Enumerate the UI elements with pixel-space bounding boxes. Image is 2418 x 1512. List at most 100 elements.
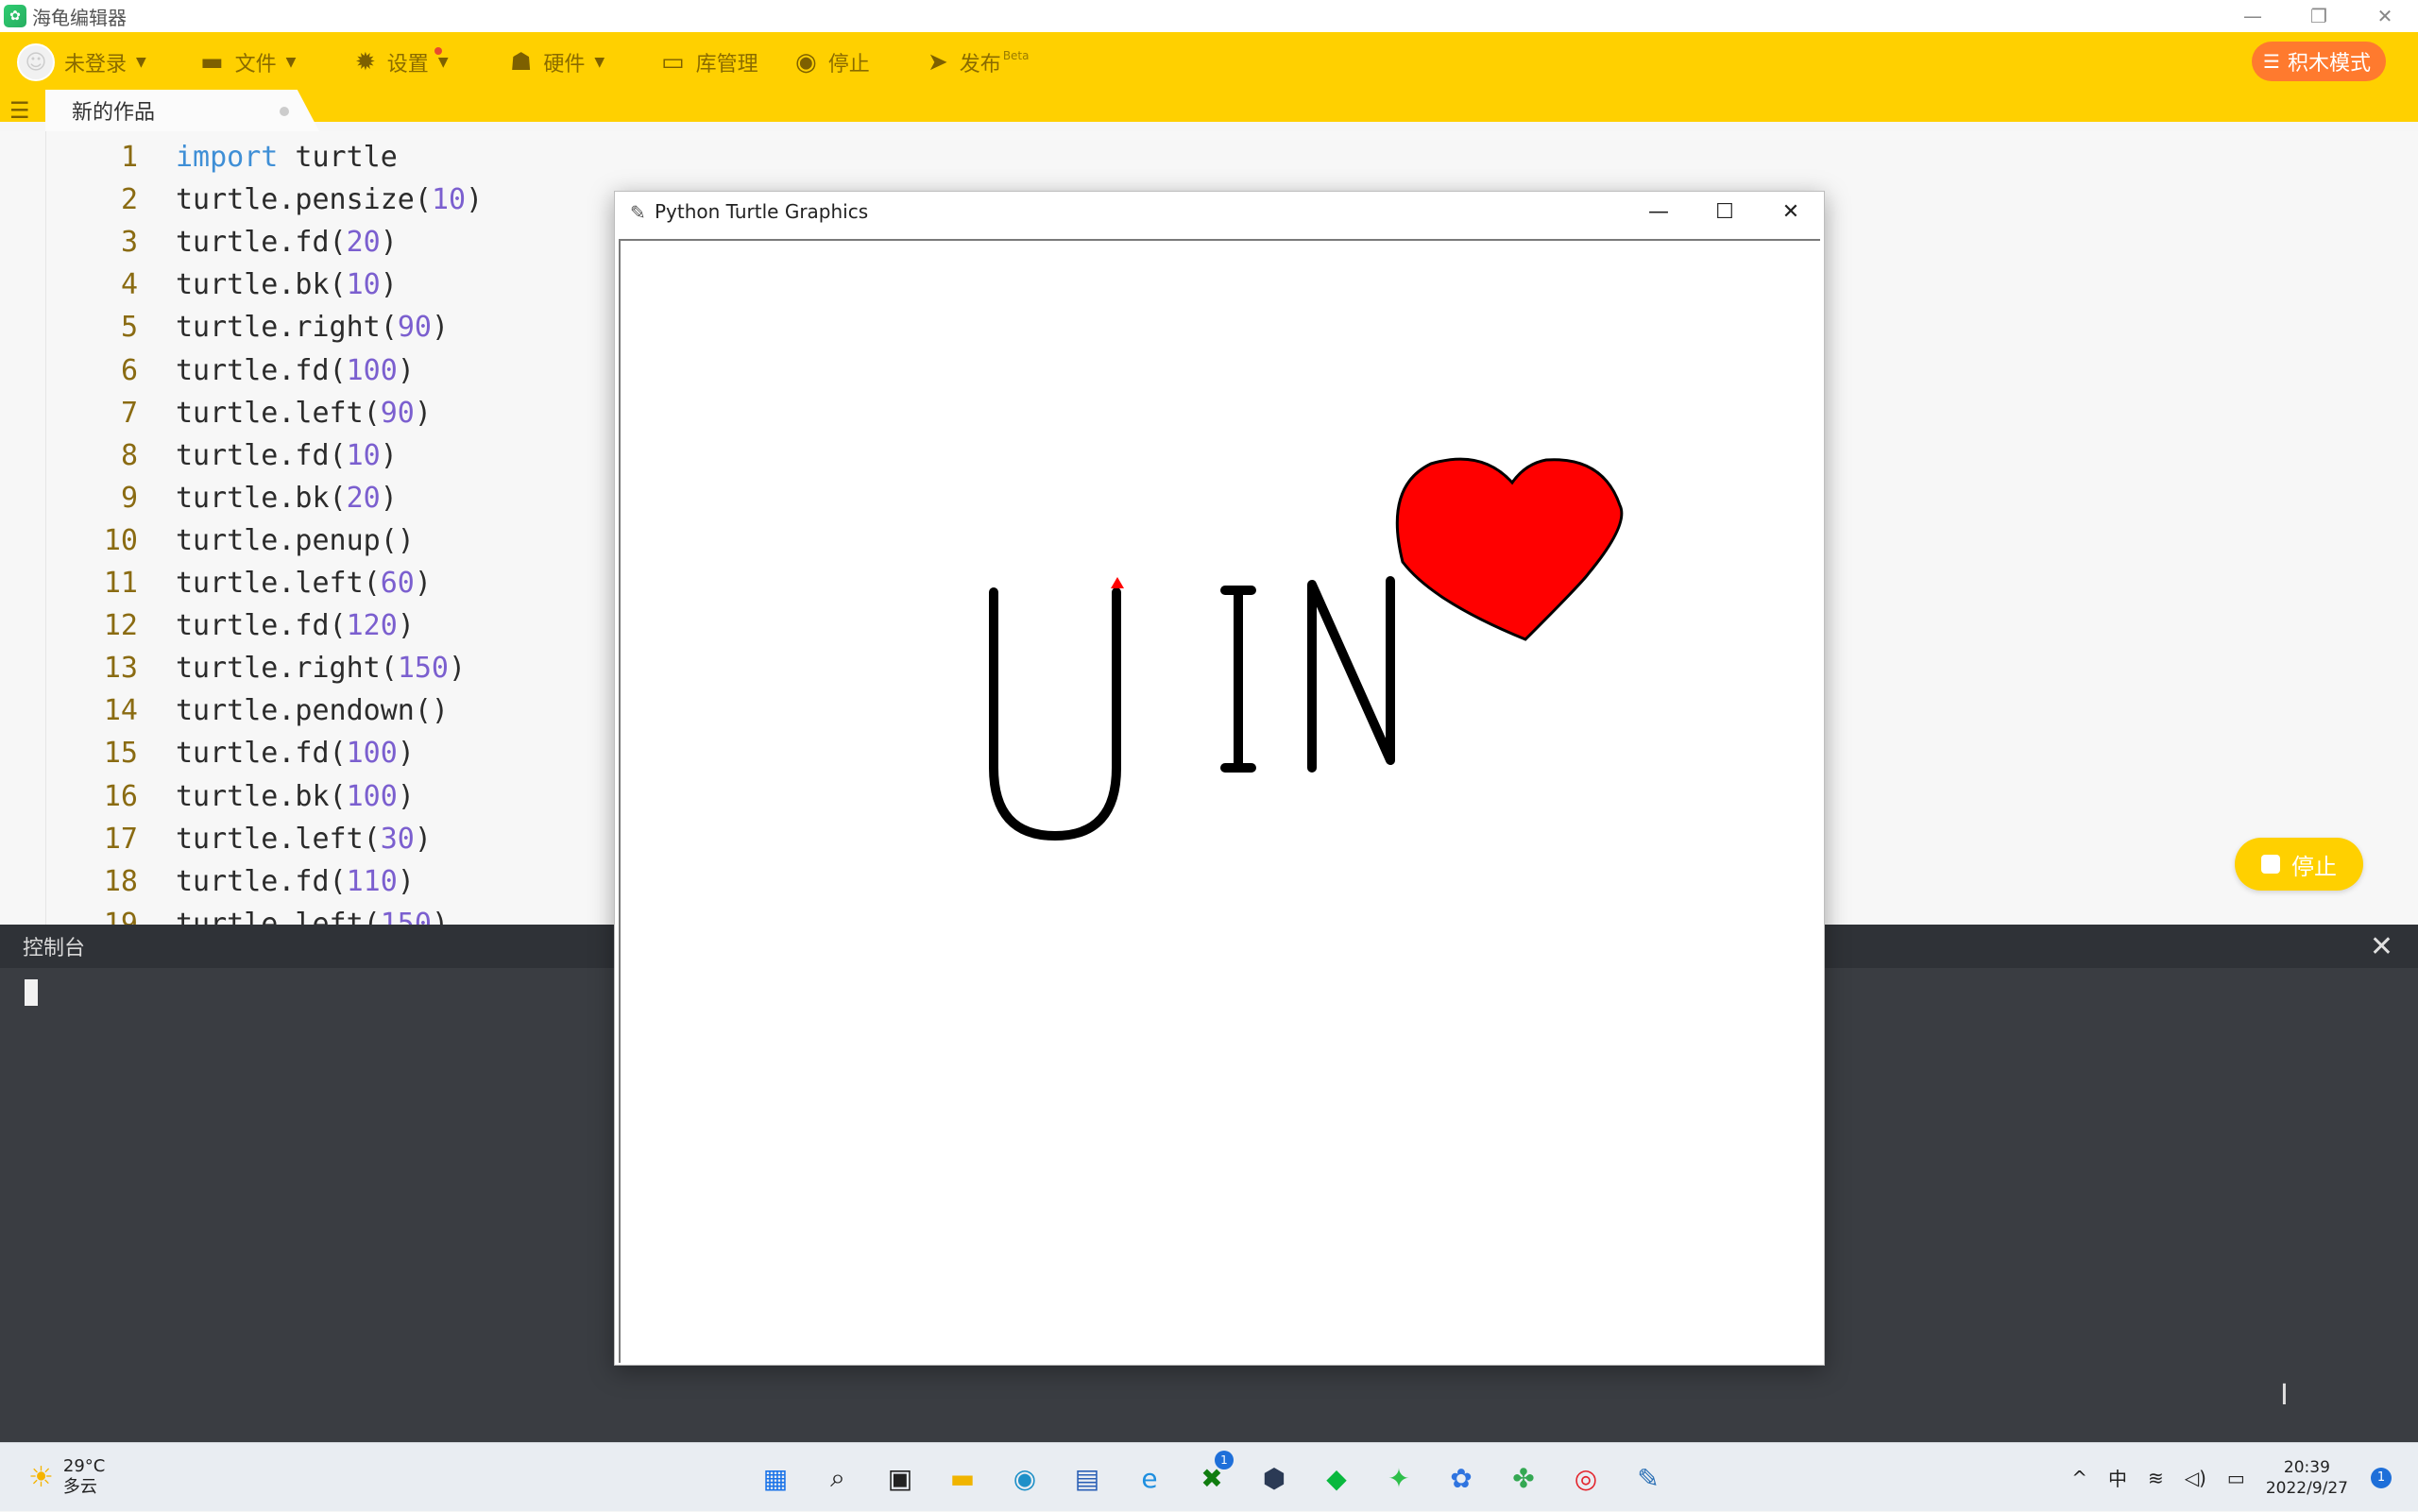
stop-label: 停止	[827, 53, 870, 76]
turtle-graphics-window[interactable]: ✎ Python Turtle Graphics — ☐ ✕	[614, 191, 1825, 1366]
library-button[interactable]: ▭ 库管理	[661, 45, 758, 79]
publish-button[interactable]: ➤ 发布 Beta	[928, 45, 1030, 79]
xbox-icon[interactable]: ✖ 1	[1188, 1451, 1235, 1502]
line-number: 8	[120, 438, 138, 472]
taskbar-apps: ▦ ⌕ ▣ ▬ ◉ ▤ e ✖ 1 ⬢ ◆ ✦ ✿ ✤ ◎ ✎	[752, 1451, 1687, 1502]
login-menu[interactable]: ☺ 未登录 ▼	[17, 43, 146, 81]
turtle-feather-icon[interactable]: ✎	[1625, 1454, 1672, 1502]
line-number: 3	[120, 226, 138, 260]
hardware-menu[interactable]: ☗ 硬件 ▼	[510, 45, 604, 79]
code-line[interactable]: turtle.fd(120)	[176, 609, 415, 642]
code-line[interactable]: turtle.left(60)	[176, 567, 432, 600]
turtle-maximize-button[interactable]: ☐	[1692, 192, 1758, 231]
window-titlebar: ✿ 海龟编辑器 — ❐ ✕	[0, 0, 2418, 32]
settings-menu[interactable]: ✹ 设置 ▼	[355, 45, 449, 79]
minimize-button[interactable]: —	[2220, 0, 2286, 32]
code-line[interactable]: turtle.left(90)	[176, 397, 432, 430]
code-line[interactable]: turtle.left(30)	[176, 823, 432, 856]
code-line[interactable]: turtle.right(90)	[176, 311, 449, 344]
code-line[interactable]: turtle.bk(100)	[176, 780, 415, 813]
weather-widget[interactable]: ☀ 29°C 多云	[28, 1456, 105, 1498]
code-line[interactable]: turtle.bk(20)	[176, 482, 398, 515]
store-icon[interactable]: ▤	[1064, 1454, 1111, 1502]
robot-icon: ☗	[510, 48, 533, 76]
windows-start-icon[interactable]: ▦	[752, 1454, 799, 1502]
folder-icon: ▬	[200, 48, 224, 76]
netease-music-icon[interactable]: ◎	[1562, 1454, 1609, 1502]
tab-new-work[interactable]: 新的作品	[45, 90, 319, 131]
login-label: 未登录	[64, 53, 128, 76]
chat-icon[interactable]: ◆	[1313, 1454, 1360, 1502]
close-button[interactable]: ✕	[2352, 0, 2418, 32]
search-icon[interactable]: ⌕	[814, 1454, 861, 1502]
taskbar: ☀ 29°C 多云 ▦ ⌕ ▣ ▬ ◉ ▤ e ✖ 1 ⬢ ◆ ✦ ✿ ✤ ◎ ✎ ^ 中 ≋ ◁) ▭ 20…	[0, 1442, 2418, 1511]
console-cursor	[25, 979, 38, 1006]
code-line[interactable]: turtle.fd(110)	[176, 865, 415, 898]
wifi-icon[interactable]: ≋	[2148, 1467, 2164, 1489]
code-line[interactable]: turtle.fd(100)	[176, 354, 415, 387]
sidebar-toggle-icon[interactable]: ☰	[9, 99, 34, 122]
chevron-down-icon: ▼	[285, 55, 297, 70]
console-close-icon[interactable]: ✕	[2370, 930, 2393, 963]
code-line[interactable]: turtle.penup()	[176, 524, 415, 557]
file-explorer-icon[interactable]: ▬	[939, 1454, 986, 1502]
line-number: 11	[103, 567, 138, 600]
cube-icon[interactable]: ⬢	[1251, 1454, 1298, 1502]
weather-desc: 多云	[62, 1477, 97, 1497]
library-label: 库管理	[695, 53, 758, 76]
line-number: 14	[103, 694, 138, 728]
code-line[interactable]: turtle.right(150)	[176, 652, 466, 685]
wechat-icon[interactable]: ✦	[1375, 1454, 1422, 1502]
volume-icon[interactable]: ◁)	[2185, 1467, 2206, 1489]
baidu-icon[interactable]: ✿	[1438, 1454, 1485, 1502]
turtle-window-controls: — ☐ ✕	[1626, 192, 1824, 231]
turtle-canvas[interactable]	[619, 239, 1820, 1363]
code-line[interactable]: turtle.fd(10)	[176, 439, 398, 472]
ime-indicator[interactable]: 中	[2108, 1464, 2127, 1491]
code-line[interactable]: turtle.bk(10)	[176, 268, 398, 301]
console-title: 控制台	[23, 937, 86, 960]
chevron-up-icon[interactable]: ^	[2071, 1467, 2087, 1489]
line-number: 17	[103, 822, 138, 856]
send-icon: ➤	[928, 48, 948, 76]
text-cursor-icon: I	[2280, 1379, 2289, 1412]
line-number: 5	[120, 311, 138, 345]
chevron-down-icon: ▼	[136, 55, 146, 70]
turtle-cursor-icon	[1111, 577, 1124, 588]
line-number: 1	[120, 141, 138, 174]
battery-icon[interactable]: ▭	[2227, 1467, 2245, 1489]
stop-square-icon	[2261, 855, 2280, 874]
main-toolbar: ☺ 未登录 ▼ ▬ 文件 ▼ ✹ 设置 ▼ ☗ 硬件 ▼ ▭ 库管理 ◉ 停止 …	[0, 32, 2418, 131]
map-icon[interactable]: ✤	[1500, 1454, 1547, 1502]
code-line[interactable]: turtle.pensize(10)	[176, 183, 483, 216]
task-view-icon[interactable]: ▣	[877, 1454, 924, 1502]
notification-badge[interactable]: 1	[2371, 1467, 2392, 1488]
ie-icon[interactable]: e	[1126, 1454, 1173, 1502]
block-mode-label: 积木模式	[2287, 52, 2371, 76]
beta-badge: Beta	[1002, 49, 1030, 62]
turtle-minimize-button[interactable]: —	[1626, 192, 1692, 231]
code-line[interactable]: import turtle	[176, 141, 398, 174]
code-line[interactable]: turtle.fd(100)	[176, 737, 415, 770]
stop-button[interactable]: ◉ 停止	[795, 45, 870, 79]
code-line[interactable]: turtle.pendown()	[176, 694, 449, 727]
file-label: 文件	[234, 53, 277, 76]
clock[interactable]: 20:39 2022/9/27	[2266, 1457, 2348, 1499]
avatar: ☺	[17, 43, 55, 81]
line-number: 2	[120, 183, 138, 217]
block-mode-button[interactable]: ☰ 积木模式	[2252, 42, 2386, 81]
publish-label: 发布	[959, 53, 1001, 76]
turtle-close-button[interactable]: ✕	[1758, 192, 1824, 231]
edge-icon[interactable]: ◉	[1001, 1454, 1048, 1502]
app-logo-icon: ✿	[4, 5, 26, 27]
clock-time: 20:39	[2283, 1457, 2330, 1477]
code-line[interactable]: turtle.fd(20)	[176, 226, 398, 259]
code-line[interactable]: turtle.left(150)	[176, 908, 449, 925]
line-number: 4	[120, 268, 138, 302]
blocks-icon: ☰	[2263, 50, 2280, 73]
gear-icon: ✹	[355, 48, 376, 76]
line-number: 9	[120, 481, 138, 515]
restore-button[interactable]: ❐	[2286, 0, 2352, 32]
file-menu[interactable]: ▬ 文件 ▼	[200, 45, 296, 79]
floating-stop-button[interactable]: 停止	[2235, 838, 2363, 891]
